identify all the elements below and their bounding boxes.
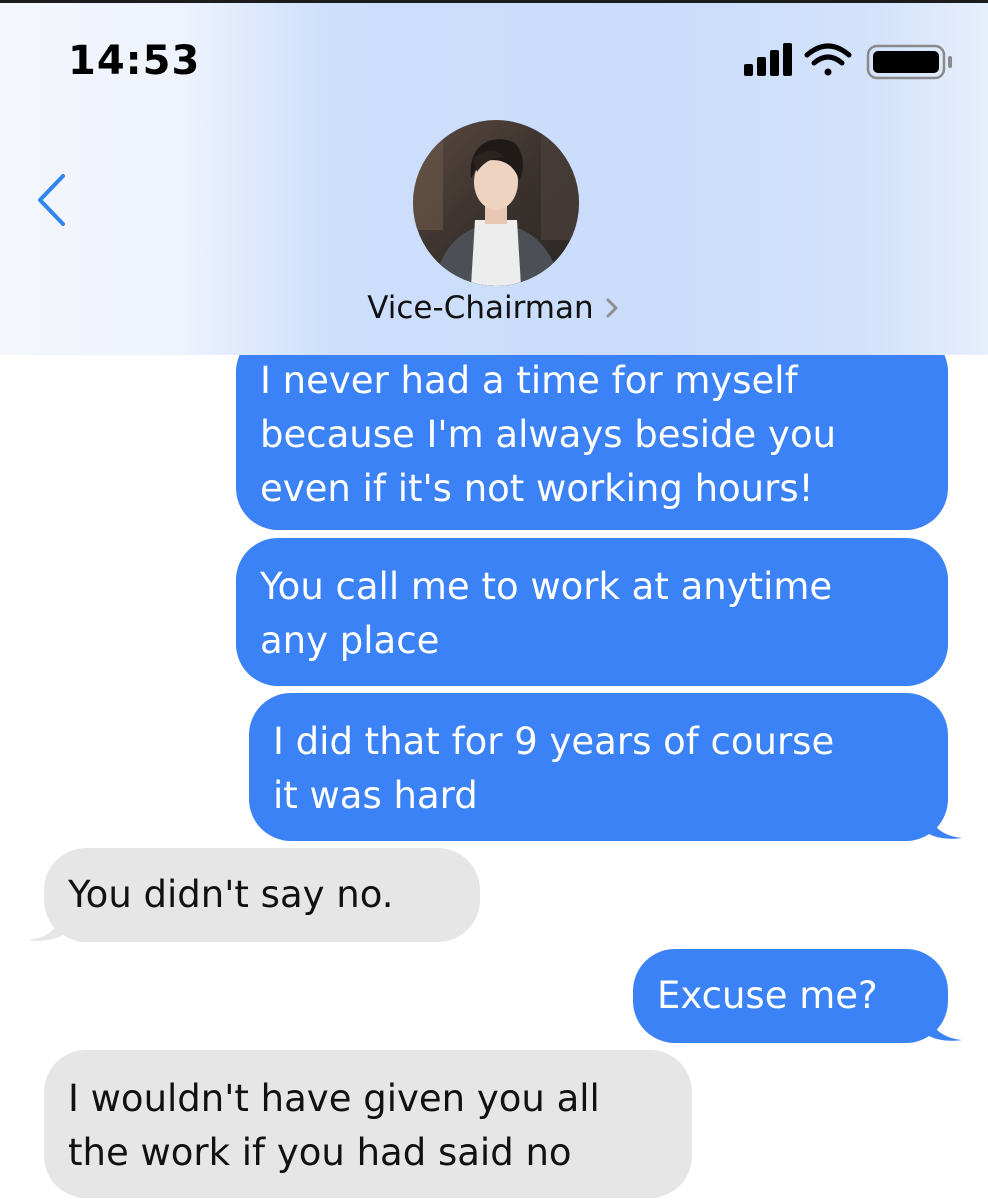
- message-text-line: even if it's not working hours!: [260, 467, 814, 510]
- message-text-line: I never had a time for myself: [260, 359, 798, 402]
- message-text-line: the work if you had said no: [68, 1131, 572, 1174]
- message-text-line: You didn't say no.: [68, 873, 394, 916]
- contact-name-button[interactable]: Vice-Chairman: [0, 290, 988, 334]
- wifi-icon: [804, 43, 852, 76]
- outgoing-message-bubble[interactable]: I never had a time for myself because I'…: [236, 330, 948, 530]
- message-text-line: Excuse me?: [657, 974, 878, 1017]
- status-icons: [744, 43, 952, 80]
- message-text-line: I wouldn't have given you all: [68, 1077, 600, 1120]
- status-time: 14:53: [68, 38, 201, 84]
- conversation-header: 14:53 Vice-Chairman: [0, 0, 988, 355]
- message-text-line: because I'm always beside you: [260, 413, 837, 456]
- chevron-left-icon[interactable]: [26, 168, 76, 232]
- contact-name: Vice-Chairman: [367, 290, 594, 326]
- bubble-tail: [926, 806, 962, 839]
- avatar[interactable]: [413, 120, 579, 286]
- outgoing-message-bubble[interactable]: I did that for 9 years of course it was …: [249, 693, 948, 841]
- signal-icon: [744, 43, 792, 76]
- message-text-line: You call me to work at anytime: [260, 565, 833, 608]
- outgoing-message-bubble[interactable]: Excuse me?: [633, 949, 948, 1043]
- incoming-message-bubble[interactable]: You didn't say no.: [44, 848, 480, 942]
- chevron-right-icon: [606, 298, 618, 318]
- message-text-line: I did that for 9 years of course: [273, 720, 835, 763]
- battery-icon: [866, 44, 952, 80]
- avatar-image: [413, 120, 579, 286]
- bubble-tail: [28, 908, 64, 941]
- outgoing-message-bubble[interactable]: You call me to work at anytime any place: [236, 538, 948, 686]
- message-text-line: any place: [260, 619, 440, 662]
- bubble-tail: [926, 1008, 962, 1041]
- incoming-message-bubble[interactable]: I wouldn't have given you all the work i…: [44, 1050, 692, 1198]
- top-border: [0, 0, 988, 3]
- messages-screen: I never had a time for myself because I'…: [0, 0, 988, 1200]
- message-text-line: it was hard: [273, 774, 478, 817]
